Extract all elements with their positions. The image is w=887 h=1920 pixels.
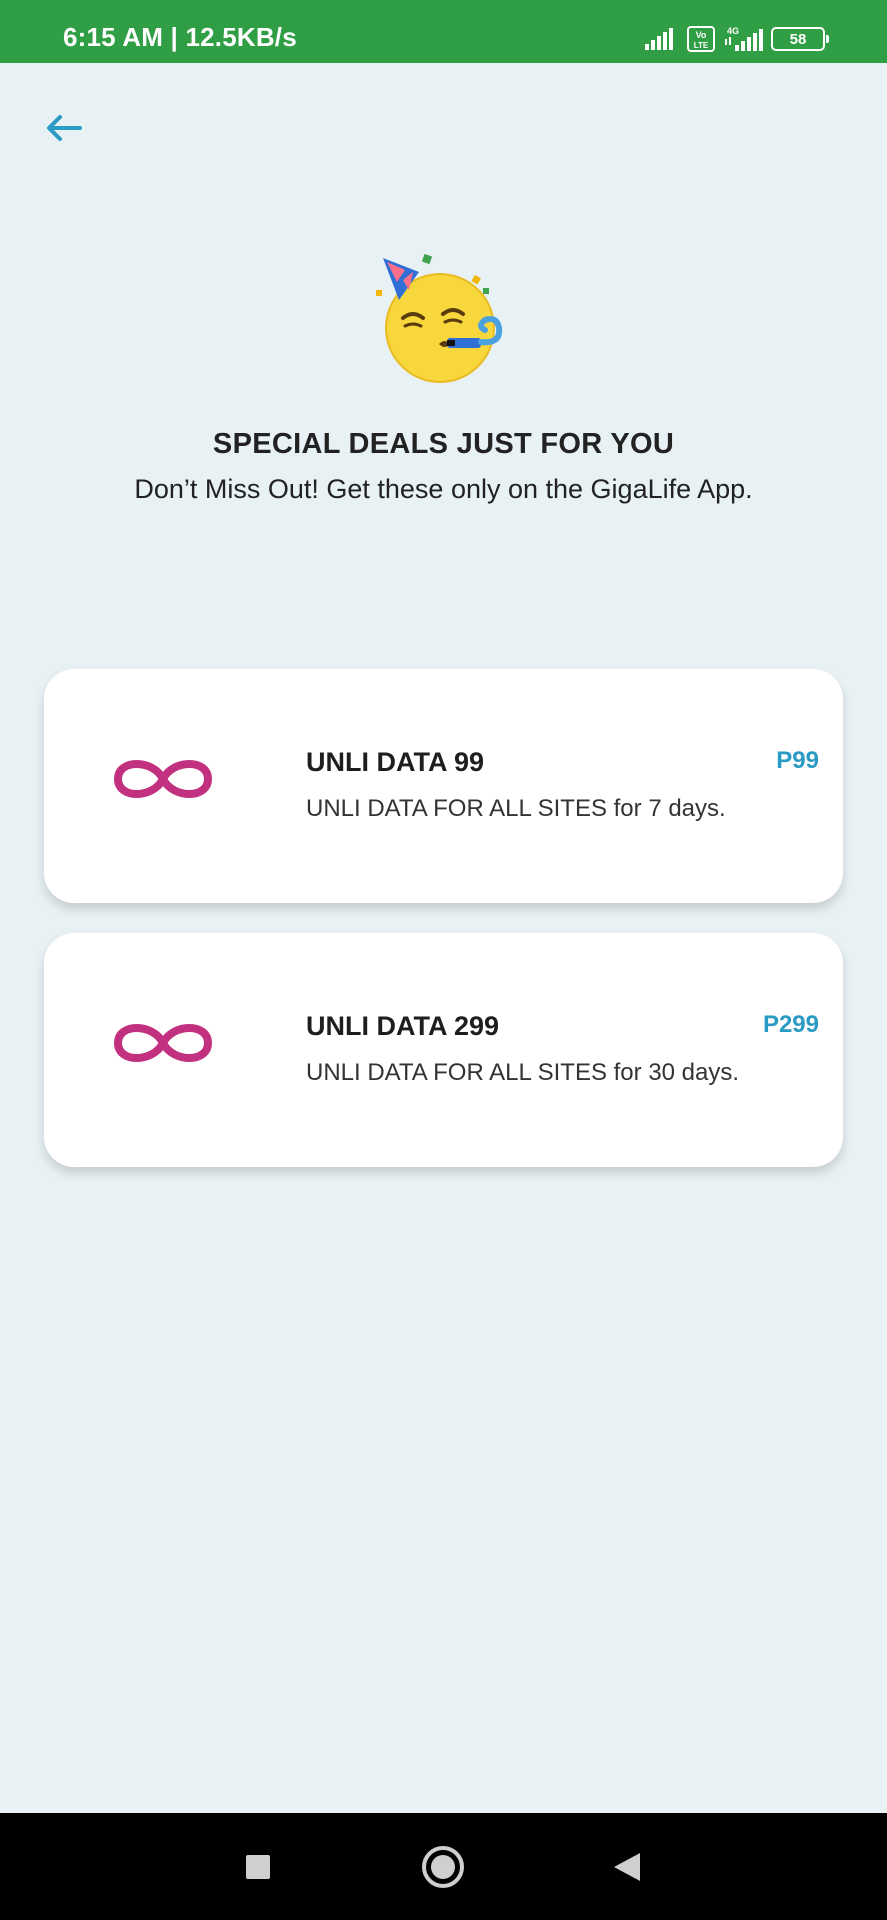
offer-title: UNLI DATA 99 — [306, 747, 485, 777]
arrow-left-icon — [47, 115, 82, 141]
offer-card-unli-data-99[interactable]: UNLI DATA 99 UNLI DATA FOR ALL SITES for… — [44, 669, 843, 903]
recents-square-icon — [246, 1855, 270, 1879]
svg-text:Vo: Vo — [696, 30, 707, 40]
home-circle-icon — [422, 1846, 464, 1888]
page-subtitle: Don’t Miss Out! Get these only on the Gi… — [134, 474, 753, 504]
offer-title: UNLI DATA 299 — [306, 1011, 500, 1041]
offer-description: UNLI DATA FOR ALL SITES for 30 days. — [306, 1059, 740, 1086]
navigation-bar — [0, 1813, 887, 1920]
svg-text:4G: 4G — [727, 26, 739, 36]
svg-text:LTE: LTE — [694, 41, 709, 50]
status-bar: 6:15 AM | 12.5KB/s Vo LTE 4G 58 — [0, 0, 887, 63]
signal-icon — [645, 28, 673, 50]
recents-button[interactable] — [234, 1843, 282, 1891]
offer-price: P99 — [776, 747, 819, 774]
system-back-button[interactable] — [603, 1843, 651, 1891]
battery-level: 58 — [789, 30, 807, 48]
status-time: 6:15 AM | 12.5KB/s — [63, 22, 297, 52]
offer-description: UNLI DATA FOR ALL SITES for 7 days. — [306, 795, 726, 822]
partying-face-icon — [376, 253, 503, 383]
home-button[interactable] — [419, 1843, 467, 1891]
volte-icon: Vo LTE — [687, 26, 715, 52]
page-title: SPECIAL DEALS JUST FOR YOU — [212, 428, 675, 460]
infinity-icon — [114, 760, 212, 798]
network-4g-signal-icon: 4G — [725, 26, 763, 51]
back-triangle-icon — [614, 1853, 640, 1881]
offer-card-unli-data-299[interactable]: UNLI DATA 299 UNLI DATA FOR ALL SITES fo… — [44, 933, 843, 1167]
battery-icon: 58 — [771, 27, 829, 51]
infinity-icon — [114, 1024, 212, 1062]
status-icons: Vo LTE 4G 58 — [645, 24, 829, 54]
offer-price: P299 — [762, 1011, 819, 1038]
back-button[interactable] — [40, 104, 88, 152]
